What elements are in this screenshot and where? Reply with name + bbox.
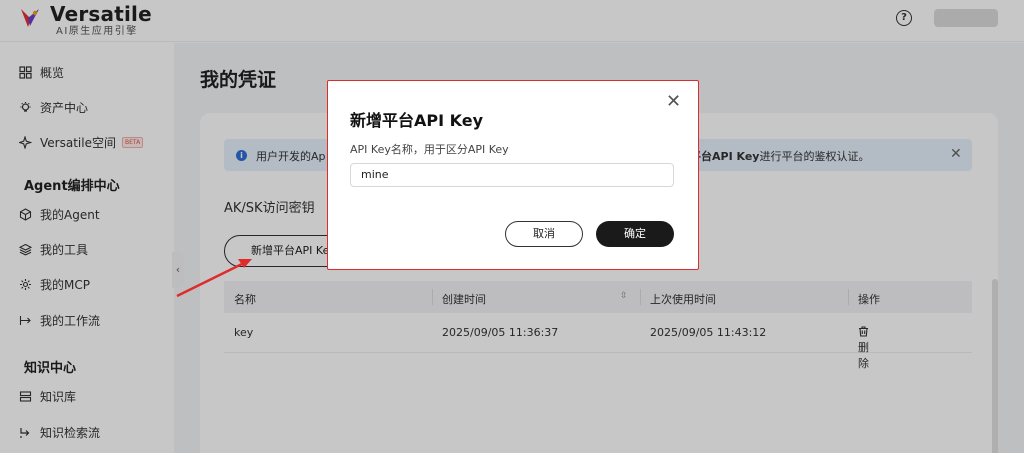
dialog-title: 新增平台API Key — [350, 111, 484, 130]
dialog-close-icon[interactable]: ✕ — [666, 93, 681, 111]
add-api-key-dialog: 新增平台API Key ✕ API Key名称，用于区分API Key mine… — [327, 80, 699, 270]
api-key-name-label: API Key名称，用于区分API Key — [350, 143, 509, 156]
cancel-button[interactable]: 取消 — [505, 221, 583, 247]
confirm-button[interactable]: 确定 — [596, 221, 674, 247]
api-key-name-input[interactable]: mine — [350, 163, 674, 187]
